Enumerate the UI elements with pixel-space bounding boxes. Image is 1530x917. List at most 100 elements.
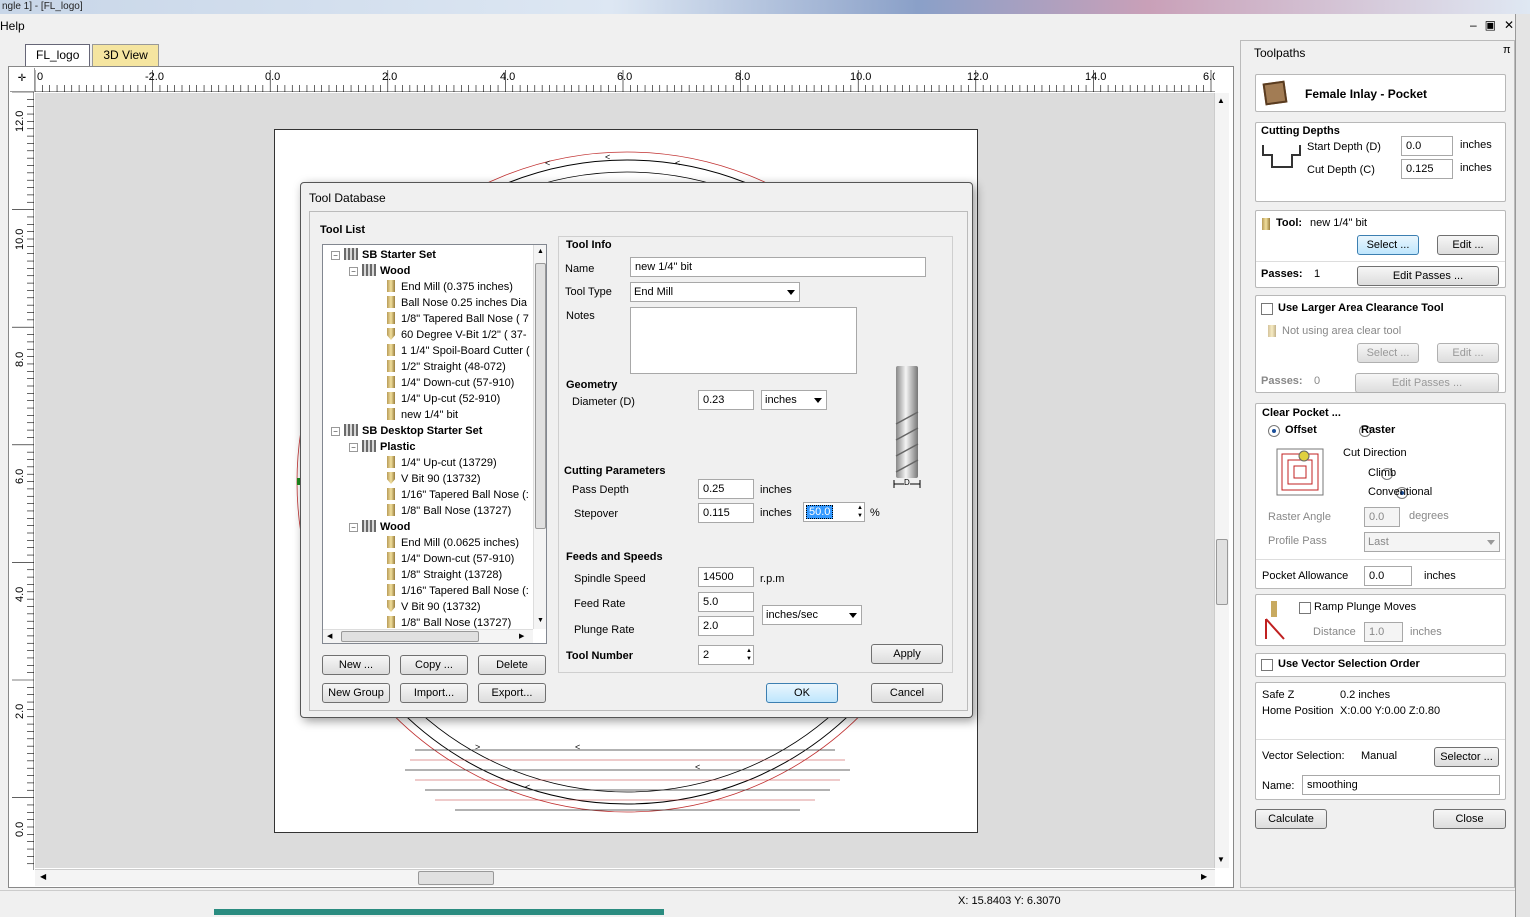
raster-angle-input[interactable]: 0.0 [1364,507,1400,527]
tree-tool-item[interactable]: 1/4" Down-cut (57-910) [387,551,514,567]
cancel-button[interactable]: Cancel [871,683,943,703]
tree-vscroll-thumb[interactable] [535,263,546,529]
vector-order-label: Use Vector Selection Order [1278,658,1420,670]
tree-tool-item[interactable]: 1/16" Tapered Ball Nose (: [387,487,529,503]
start-depth-input[interactable]: 0.0 [1401,136,1453,156]
larger-clearance-checkbox[interactable] [1261,303,1273,315]
collapse-icon[interactable]: − [331,251,340,260]
tree-hscroll-thumb[interactable] [341,631,479,642]
tree-tool-item[interactable]: End Mill (0.0625 inches) [387,535,519,551]
tree-scroll-up-icon[interactable]: ▲ [537,248,544,255]
diameter-unit-select[interactable]: inches [761,390,827,410]
collapse-icon[interactable]: − [349,523,358,532]
tree-scroll-left-icon[interactable]: ◀ [327,632,332,640]
spinner-arrows-icon[interactable]: ▲ ▼ [746,647,752,663]
scroll-left-icon[interactable]: ◀ [40,872,46,881]
horizontal-scrollbar[interactable]: ◀ ▶ [35,869,1215,886]
tool-edit-button[interactable]: Edit ... [1437,235,1499,255]
tree-scroll-right-icon[interactable]: ▶ [519,632,524,640]
pass-depth-input[interactable]: 0.25 [698,479,754,499]
horizontal-scroll-thumb[interactable] [418,871,494,885]
tree-tool-item[interactable]: V Bit 90 (13732) [387,471,481,487]
ok-button[interactable]: OK [766,683,838,703]
new-group-button[interactable]: New Group [322,683,390,703]
tree-group-item[interactable]: − Wood [349,519,410,535]
tree-tool-item[interactable]: End Mill (0.375 inches) [387,279,513,295]
apply-button[interactable]: Apply [871,644,943,664]
spindle-speed-input[interactable]: 14500 [698,567,754,587]
ramp-plunge-checkbox[interactable] [1299,602,1311,614]
vector-order-checkbox[interactable] [1261,659,1273,671]
tree-tool-item[interactable]: 60 Degree V-Bit 1/2" ( 37- [387,327,527,343]
diameter-input[interactable]: 0.23 [698,390,754,410]
plunge-rate-input[interactable]: 2.0 [698,616,754,636]
toolpath-name-input[interactable]: smoothing [1302,775,1500,795]
selector-button[interactable]: Selector ... [1434,747,1499,767]
copy-tool-button[interactable]: Copy ... [400,655,468,675]
spinner-arrows-icon[interactable]: ▲ ▼ [857,504,863,520]
scroll-up-icon[interactable]: ▲ [1217,96,1225,105]
feed-rate-input[interactable]: 5.0 [698,592,754,612]
tree-group-item[interactable]: − Wood [349,263,410,279]
tool-type-select[interactable]: End Mill [630,282,800,302]
end-mill-icon [387,376,395,388]
ramp-distance-input[interactable]: 1.0 [1364,622,1403,642]
clearance-edit-passes-button[interactable]: Edit Passes ... [1355,373,1499,393]
pocket-allowance-input[interactable]: 0.0 [1364,566,1412,586]
tree-group-item[interactable]: − SB Starter Set [331,247,436,263]
clearance-edit-button[interactable]: Edit ... [1437,343,1499,363]
tab-3d-view[interactable]: 3D View [92,44,159,66]
v-bit-icon [387,472,395,484]
tree-group-item[interactable]: − SB Desktop Starter Set [331,423,482,439]
vertical-scroll-thumb[interactable] [1216,539,1228,605]
collapse-icon[interactable]: − [331,427,340,436]
tree-tool-item[interactable]: 1/4" Up-cut (52-910) [387,391,500,407]
tree-item-label: V Bit 90 (13732) [401,473,481,485]
stepover-input[interactable]: 0.115 [698,503,754,523]
tool-number-spinner[interactable]: 2 ▲ ▼ [698,645,754,665]
tool-tree[interactable]: − SB Starter Set − Wood End Mill (0.375 inch… [322,244,547,644]
rate-unit-select[interactable]: inches/sec [762,605,862,625]
new-tool-button[interactable]: New ... [322,655,390,675]
clearance-select-button[interactable]: Select ... [1357,343,1419,363]
notes-textarea[interactable] [630,307,857,374]
offset-radio[interactable] [1268,425,1280,437]
tool-select-button[interactable]: Select ... [1357,235,1419,255]
collapse-icon[interactable]: − [349,267,358,276]
vertical-scrollbar[interactable]: ▲ ▼ [1214,93,1229,868]
collapse-icon[interactable]: − [349,443,358,452]
tree-tool-item[interactable]: 1/2" Straight (48-072) [387,359,506,375]
delete-tool-button[interactable]: Delete [478,655,546,675]
tool-name-input[interactable]: new 1/4" bit [630,257,926,277]
calculate-button[interactable]: Calculate [1255,809,1327,829]
percent-sign: % [870,507,880,519]
tree-tool-item[interactable]: 1/8" Tapered Ball Nose ( 7 [387,311,529,327]
menu-help[interactable]: Help [0,19,25,33]
tree-tool-item[interactable]: 1/4" Up-cut (13729) [387,455,497,471]
conventional-label: Conventional [1368,486,1433,498]
edit-passes-button[interactable]: Edit Passes ... [1357,266,1499,286]
stepover-percent-spinner[interactable]: 50.0 ▲ ▼ [803,502,865,522]
tree-tool-item[interactable]: 1/4" Down-cut (57-910) [387,375,514,391]
tree-tool-item[interactable]: 1 1/4" Spoil-Board Cutter ( [387,343,530,359]
tree-tool-item[interactable]: new 1/4" bit [387,407,458,423]
pin-icon[interactable]: π [1503,44,1511,56]
scroll-down-icon[interactable]: ▼ [1217,855,1225,864]
scroll-right-icon[interactable]: ▶ [1201,872,1207,881]
tree-tool-item[interactable]: 1/8" Ball Nose (13727) [387,503,511,519]
tree-tool-item[interactable]: Ball Nose 0.25 inches Dia [387,295,527,311]
safe-z-label: Safe Z [1262,689,1295,701]
export-button[interactable]: Export... [478,683,546,703]
tree-group-item[interactable]: − Plastic [349,439,415,455]
import-button[interactable]: Import... [400,683,468,703]
tree-scroll-down-icon[interactable]: ▼ [537,617,544,624]
tree-tool-item[interactable]: V Bit 90 (13732) [387,599,481,615]
tree-hscroll[interactable]: ◀ ▶ [323,629,533,643]
tree-vscroll[interactable]: ▲ ▼ [533,245,546,629]
cut-depth-input[interactable]: 0.125 [1401,159,1453,179]
tab-fl-logo[interactable]: FL_logo [25,44,91,66]
close-button[interactable]: Close [1433,809,1506,829]
profile-pass-select[interactable]: Last [1364,532,1500,552]
tree-tool-item[interactable]: 1/16" Tapered Ball Nose (: [387,583,529,599]
tree-tool-item[interactable]: 1/8" Straight (13728) [387,567,502,583]
